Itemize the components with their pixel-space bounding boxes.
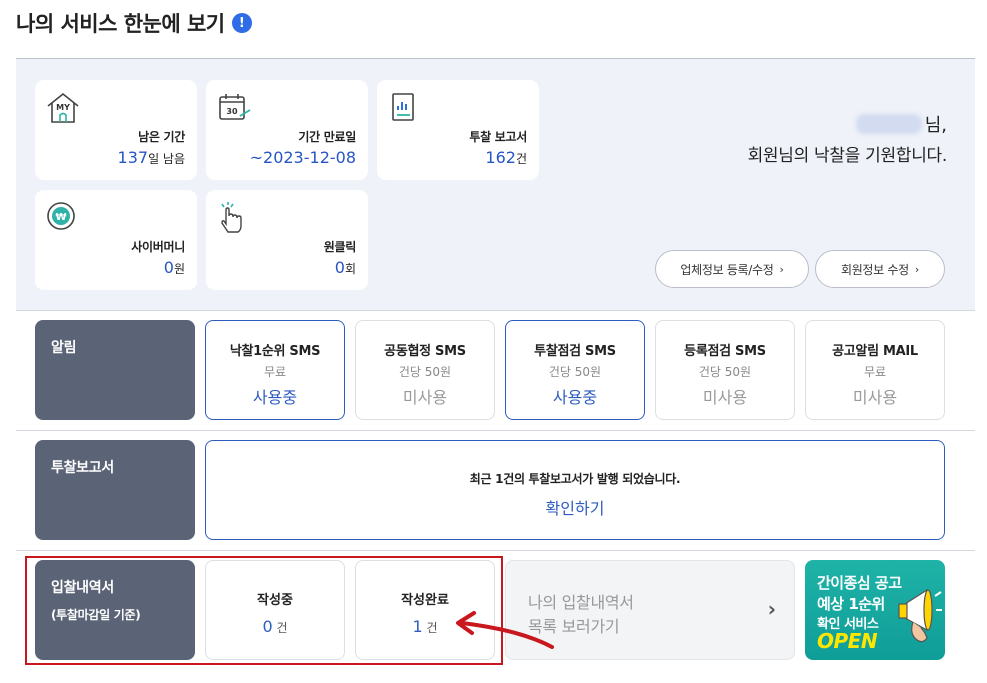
card-label: 기간 만료일 [298,130,356,144]
summary-panel: MY 남은 기간 137일 남음 30 기간 만료일 ~2023-12-08 투… [16,59,975,310]
my-home-icon: MY [47,92,79,123]
won-coin-icon: ₩ [47,202,75,230]
page-title: 나의 서비스 한눈에 보기 ! [16,8,252,38]
card-value: 0원 [163,258,185,277]
card-cyber-money: ₩ 사이버머니 0원 [35,190,197,290]
sms-card-first-rank[interactable]: 낙찰1순위 SMS 무료 사용중 [205,320,345,420]
svg-text:₩: ₩ [55,212,66,223]
info-icon[interactable]: ! [231,13,252,33]
card-remaining-period: MY 남은 기간 137일 남음 [35,80,197,180]
chevron-right-icon: › [914,262,920,276]
report-message: 최근 1건의 투찰보고서가 발행 되었습니다. [469,472,681,486]
card-expiry-date: 30 기간 만료일 ~2023-12-08 [206,80,368,180]
greeting-message: 회원님의 낙찰을 기원합니다. [747,146,948,166]
card-value: 137일 남음 [117,148,185,167]
card-label: 투찰 보고서 [469,130,527,144]
card-label: 사이버머니 [131,240,185,254]
card-bid-report: 투찰 보고서 162건 [377,80,539,180]
sms-card-bid-check[interactable]: 투찰점검 SMS 건당 50원 사용중 [505,320,645,420]
divider [16,310,975,311]
page-title-text: 나의 서비스 한눈에 보기 [16,12,225,36]
mail-card-notice-alert[interactable]: 공고알림 MAIL 무료 미사용 [805,320,945,420]
sms-card-registration-check[interactable]: 등록점검 SMS 건당 50원 미사용 [655,320,795,420]
card-label: 원클릭 [323,240,357,254]
chevron-right-icon: › [779,262,784,276]
card-value: 0회 [334,258,356,277]
card-label: 남은 기간 [138,130,185,144]
report-label: 투찰보고서 [35,440,195,540]
member-info-button[interactable]: 회원정보 수정 › [815,250,945,288]
calendar-30-icon: 30 [219,94,251,120]
annotation-arrow [456,611,554,649]
report-chart-icon [392,93,414,121]
promo-banner[interactable]: 간이종심 공고 예상 1순위 확인 서비스 OPEN [805,560,945,660]
report-panel: 최근 1건의 투찰보고서가 발행 되었습니다. 확인하기 [205,440,945,540]
chevron-right-icon: › [767,597,776,621]
highlight-box [25,556,503,665]
megaphone-icon [898,588,942,643]
alerts-label: 알림 [35,320,195,420]
company-info-button[interactable]: 업체정보 등록/수정 › [655,250,809,288]
divider [16,550,975,551]
svg-text:MY: MY [56,103,70,112]
card-value: 162건 [485,148,527,167]
divider [16,430,975,431]
card-one-click: 원클릭 0회 [206,190,368,290]
svg-text:30: 30 [226,107,238,116]
sms-card-joint-agreement[interactable]: 공동협정 SMS 건당 50원 미사용 [355,320,495,420]
click-hand-icon [221,202,242,233]
report-confirm-link[interactable]: 확인하기 [206,495,944,519]
blurred-user-name [855,114,922,134]
greeting-name: 님, [855,111,947,137]
card-value: ~2023-12-08 [249,148,356,167]
